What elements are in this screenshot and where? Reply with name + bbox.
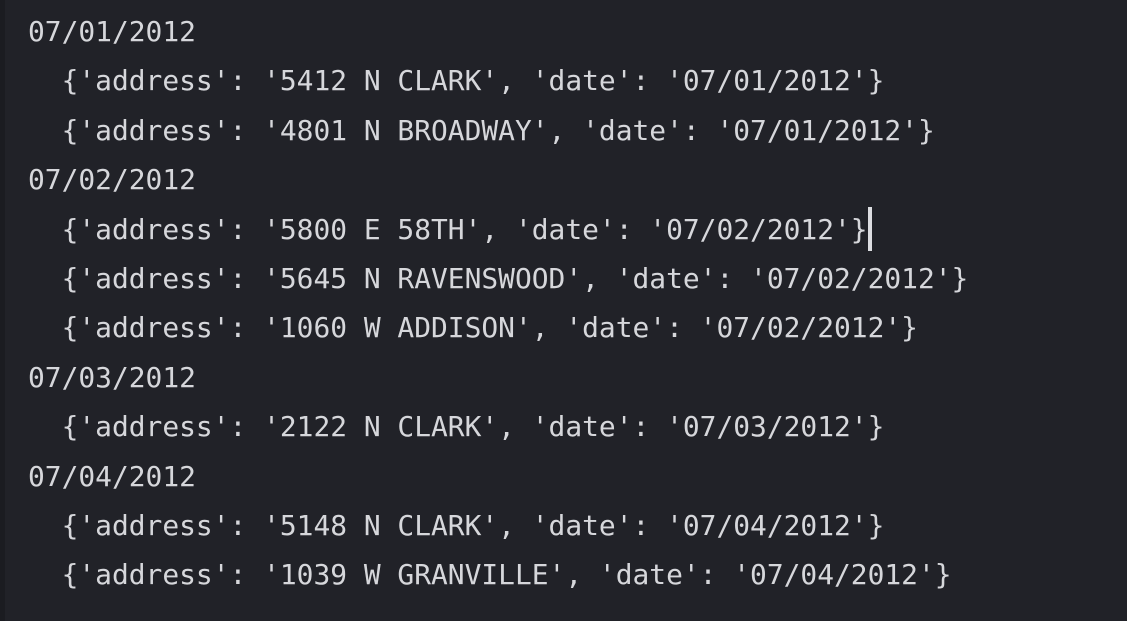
output-record-line[interactable]: {'address': '5645 N RAVENSWOOD', 'date':… bbox=[0, 254, 1127, 303]
output-group-header[interactable]: 07/02/2012 bbox=[0, 155, 1127, 204]
line-text: {'address': '5800 E 58TH', 'date': '07/0… bbox=[28, 212, 868, 246]
line-text: 07/04/2012 bbox=[28, 459, 196, 493]
line-text: {'address': '2122 N CLARK', 'date': '07/… bbox=[28, 410, 885, 444]
line-text: {'address': '5148 N CLARK', 'date': '07/… bbox=[28, 508, 885, 542]
line-text: {'address': '5412 N CLARK', 'date': '07/… bbox=[28, 64, 885, 98]
output-record-line[interactable]: {'address': '4801 N BROADWAY', 'date': '… bbox=[0, 106, 1127, 155]
line-text: 07/03/2012 bbox=[28, 360, 196, 394]
line-text: 07/02/2012 bbox=[28, 163, 196, 197]
terminal-output-pane[interactable]: 07/01/2012 {'address': '5412 N CLARK', '… bbox=[0, 0, 1127, 621]
line-text: {'address': '1060 W ADDISON', 'date': '0… bbox=[28, 311, 918, 345]
line-text: {'address': '5645 N RAVENSWOOD', 'date':… bbox=[28, 261, 969, 295]
line-text: 07/01/2012 bbox=[28, 15, 196, 48]
output-text-block[interactable]: 07/01/2012 {'address': '5412 N CLARK', '… bbox=[0, 0, 1127, 600]
output-record-line[interactable]: {'address': '5148 N CLARK', 'date': '07/… bbox=[0, 501, 1127, 550]
left-edge-gutter bbox=[0, 0, 5, 621]
output-record-line[interactable]: {'address': '5412 N CLARK', 'date': '07/… bbox=[0, 56, 1127, 105]
output-record-line[interactable]: {'address': '1060 W ADDISON', 'date': '0… bbox=[0, 303, 1127, 352]
output-group-header[interactable]: 07/01/2012 bbox=[0, 7, 1127, 56]
text-cursor bbox=[867, 206, 872, 251]
output-group-header[interactable]: 07/04/2012 bbox=[0, 452, 1127, 501]
output-record-line[interactable]: {'address': '1039 W GRANVILLE', 'date': … bbox=[0, 550, 1127, 599]
output-record-line[interactable]: {'address': '5800 E 58TH', 'date': '07/0… bbox=[0, 205, 1127, 254]
output-record-line[interactable]: {'address': '2122 N CLARK', 'date': '07/… bbox=[0, 402, 1127, 451]
line-text: {'address': '4801 N BROADWAY', 'date': '… bbox=[28, 113, 935, 147]
line-text: {'address': '1039 W GRANVILLE', 'date': … bbox=[28, 558, 952, 592]
output-group-header[interactable]: 07/03/2012 bbox=[0, 353, 1127, 402]
